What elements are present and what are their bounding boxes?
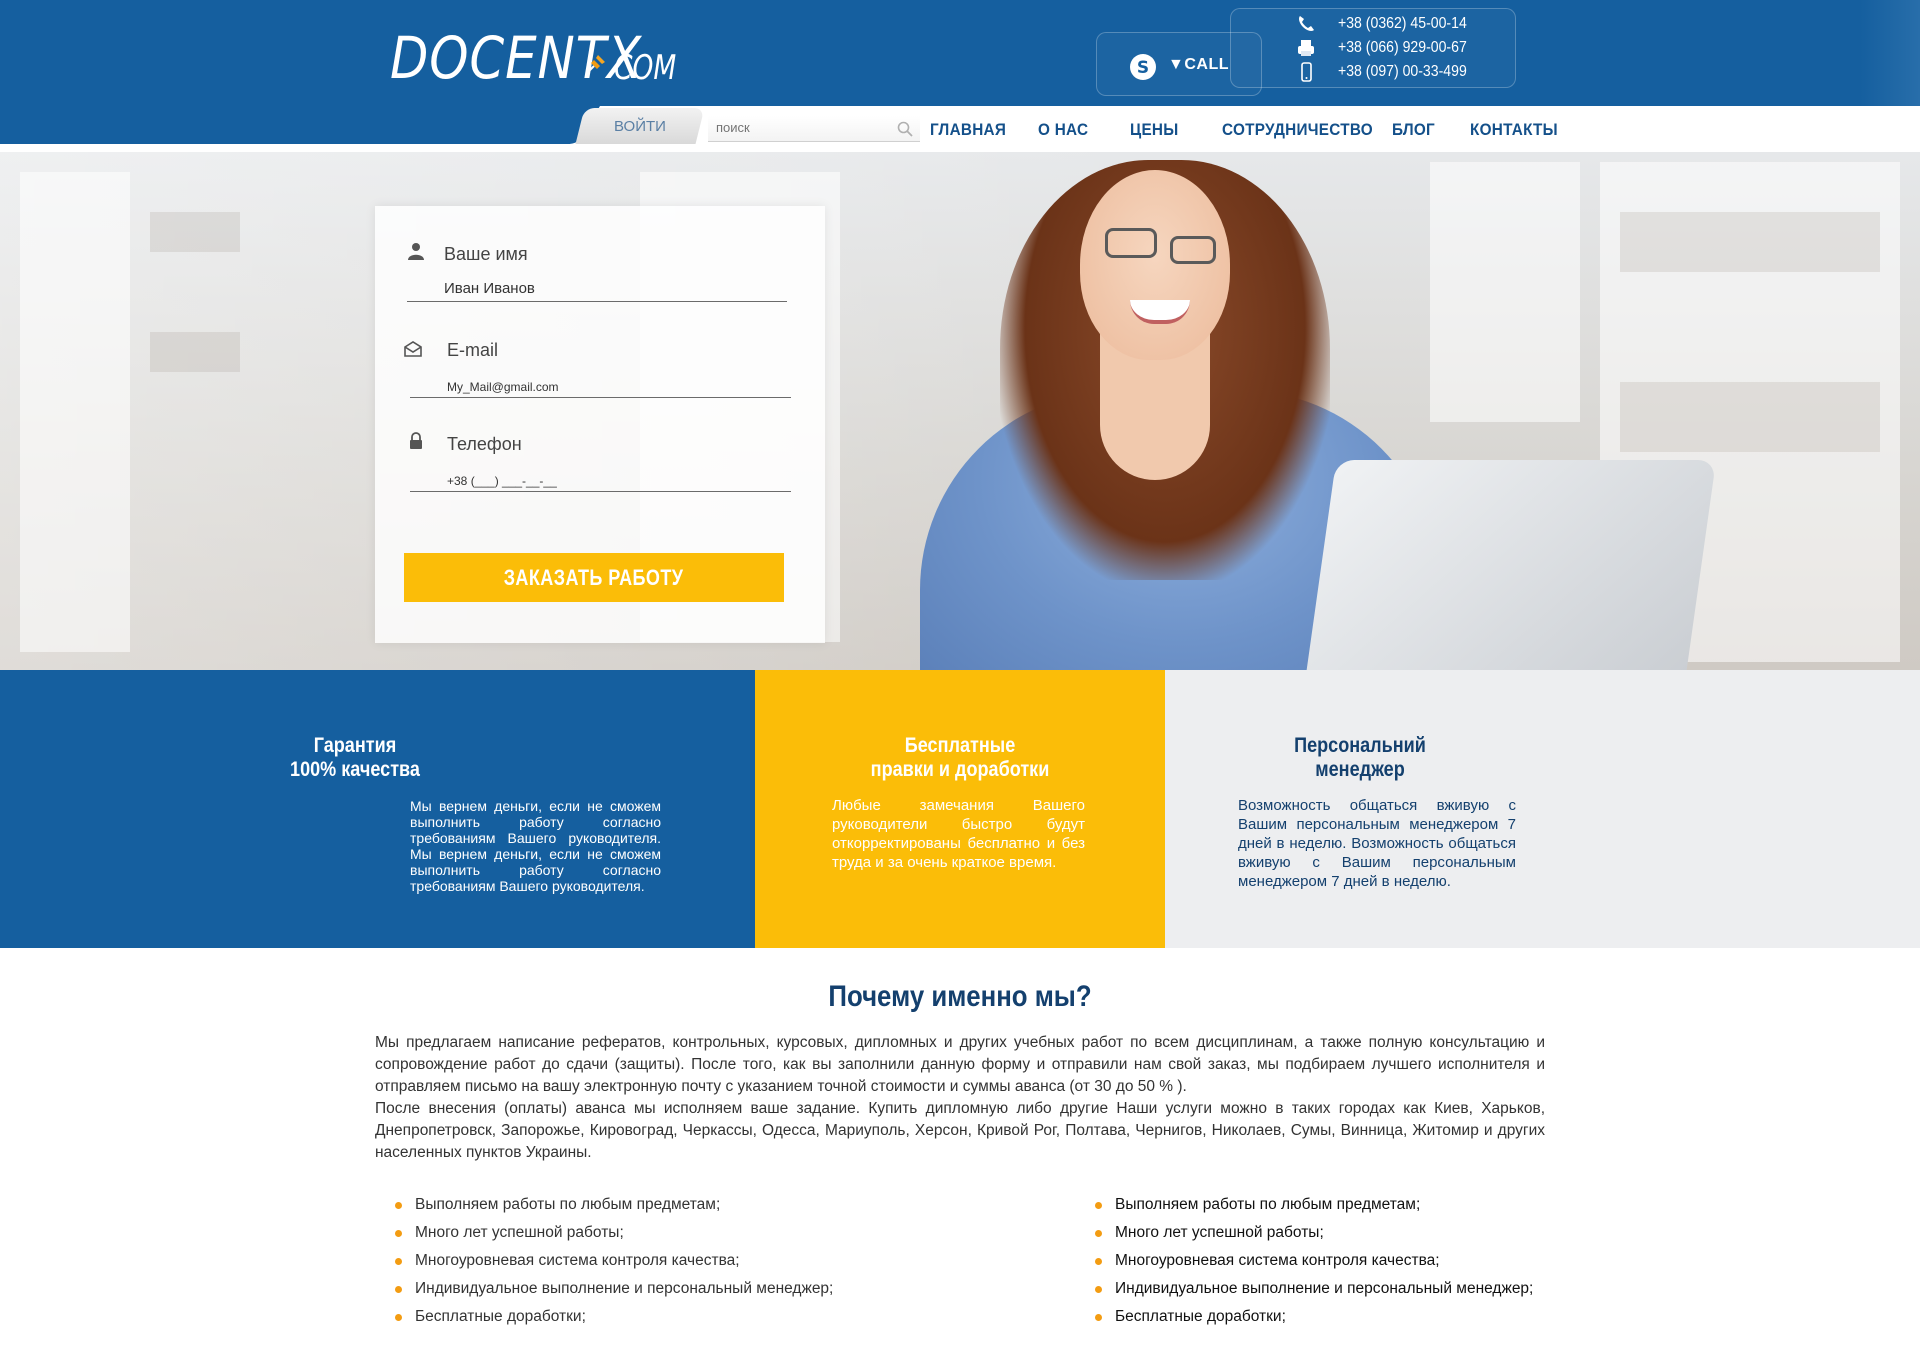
search-icon[interactable] bbox=[896, 120, 914, 138]
feature-title: Гарантия 100% качества bbox=[183, 734, 527, 782]
feature-title-line: Гарантия bbox=[313, 734, 397, 757]
list-item: Индивидуальное выполнение и персональный… bbox=[375, 1280, 833, 1308]
feature-title-line: правки и доработки bbox=[870, 758, 1050, 781]
logo-suffix: COM bbox=[614, 48, 677, 88]
list-item: Бесплатные доработки; bbox=[375, 1308, 833, 1336]
benefits-list-right: Выполняем работы по любым предметам; Мно… bbox=[1075, 1196, 1533, 1336]
pin-icon bbox=[586, 55, 605, 74]
list-item: Выполняем работы по любым предметам; bbox=[1075, 1196, 1533, 1224]
why-us-text: Мы предлагаем написание рефератов, контр… bbox=[375, 1032, 1545, 1164]
svg-text:S: S bbox=[1137, 58, 1149, 78]
email-label: E-mail bbox=[447, 340, 499, 360]
list-item: Бесплатные доработки; bbox=[1075, 1308, 1533, 1336]
email-field[interactable] bbox=[410, 376, 791, 398]
nav-item-prices[interactable]: ЦЕНЫ bbox=[1130, 120, 1179, 140]
list-item-text: Многоуровневая система контроля качества… bbox=[415, 1252, 740, 1269]
fax-icon bbox=[1298, 40, 1314, 56]
phone-label: Телефон bbox=[447, 434, 522, 454]
list-item-text: Много лет успешной работы; bbox=[1115, 1224, 1324, 1241]
order-button[interactable]: ЗАКАЗАТЬ РАБОТУ bbox=[404, 553, 784, 602]
feature-title-line: Бесплатные bbox=[904, 734, 1016, 757]
phone-number: +38 (0362) 45-00-14 bbox=[1338, 15, 1467, 32]
phone-number: +38 (097) 00-33-499 bbox=[1338, 63, 1467, 80]
search-box bbox=[708, 116, 920, 142]
phone-number: +38 (066) 929-00-67 bbox=[1338, 39, 1467, 56]
list-item-text: Многоуровневая система контроля качества… bbox=[1115, 1252, 1440, 1269]
why-us-paragraph: Мы предлагаем написание рефератов, контр… bbox=[375, 1034, 1545, 1095]
why-us-heading-text: Почему именно мы? bbox=[828, 980, 1092, 1013]
nav-item-contacts[interactable]: КОНТАКТЫ bbox=[1470, 120, 1558, 140]
list-item-text: Бесплатные доработки; bbox=[1115, 1308, 1286, 1325]
call-label[interactable]: ▼CALL bbox=[1168, 56, 1229, 74]
background-shelf bbox=[1620, 382, 1880, 452]
bullet-dot bbox=[395, 1314, 402, 1321]
feature-free-edits: Бесплатные правки и доработки Любые заме… bbox=[755, 670, 1165, 948]
mobile-phone-icon bbox=[1301, 62, 1312, 82]
list-item: Много лет успешной работы; bbox=[375, 1224, 833, 1252]
lock-icon bbox=[410, 432, 422, 449]
name-field[interactable] bbox=[407, 276, 787, 302]
nav-item-home[interactable]: ГЛАВНАЯ bbox=[930, 120, 1006, 140]
list-item-text: Бесплатные доработки; bbox=[415, 1308, 586, 1325]
bullet-dot bbox=[395, 1202, 402, 1209]
bullet-dot bbox=[395, 1230, 402, 1237]
feature-title-line: менеджер bbox=[1315, 758, 1405, 781]
feature-text: Мы вернем деньги, если не сможем выполни… bbox=[410, 798, 661, 894]
person-photo-glasses bbox=[1105, 228, 1157, 258]
benefits-list-left: Выполняем работы по любым предметам; Мно… bbox=[375, 1196, 833, 1336]
header-bar bbox=[0, 0, 1920, 106]
bullet-dot bbox=[1095, 1258, 1102, 1265]
bullet-dot bbox=[395, 1286, 402, 1293]
background-shelf bbox=[1620, 212, 1880, 272]
bullet-dot bbox=[1095, 1202, 1102, 1209]
feature-title: Бесплатные правки и доработки bbox=[784, 734, 1137, 782]
name-label: Ваше имя bbox=[444, 244, 528, 264]
search-input[interactable] bbox=[716, 120, 886, 135]
list-item: Выполняем работы по любым предметам; bbox=[375, 1196, 833, 1224]
bullet-dot bbox=[1095, 1314, 1102, 1321]
hero-banner bbox=[0, 152, 1920, 670]
list-item: Многоуровневая система контроля качества… bbox=[1075, 1252, 1533, 1280]
order-button-label: ЗАКАЗАТЬ РАБОТУ bbox=[504, 564, 684, 590]
background-shelf bbox=[1430, 162, 1580, 422]
user-icon bbox=[408, 243, 424, 260]
list-item: Много лет успешной работы; bbox=[1075, 1224, 1533, 1252]
list-item-text: Выполняем работы по любым предметам; bbox=[1115, 1196, 1421, 1213]
feature-title: Персональний менеджер bbox=[1211, 734, 1509, 782]
phone-icon bbox=[1299, 16, 1314, 31]
list-item-text: Много лет успешной работы; bbox=[415, 1224, 624, 1241]
feature-title-line: Персональний bbox=[1294, 734, 1426, 757]
person-photo-face bbox=[1080, 170, 1230, 360]
login-button[interactable]: ВОЙТИ bbox=[580, 118, 700, 135]
header-fade bbox=[1860, 0, 1920, 106]
bullet-dot bbox=[395, 1258, 402, 1265]
person-photo-glasses bbox=[1170, 236, 1216, 264]
list-item-text: Выполняем работы по любым предметам; bbox=[415, 1196, 721, 1213]
bullet-dot bbox=[1095, 1286, 1102, 1293]
background-shelf bbox=[150, 212, 240, 252]
list-item-text: Индивидуальное выполнение и персональный… bbox=[415, 1280, 834, 1297]
feature-text: Любые замечания Вашего руководители быст… bbox=[832, 797, 1085, 871]
list-item: Многоуровневая система контроля качества… bbox=[375, 1252, 833, 1280]
feature-guarantee: Гарантия 100% качества Мы вернем деньги,… bbox=[0, 670, 755, 948]
background-shelf bbox=[20, 172, 130, 652]
nav-blue-strip bbox=[0, 106, 570, 144]
why-us-paragraph: После внесения (оплаты) аванса мы исполн… bbox=[375, 1100, 1545, 1161]
laptop-photo bbox=[1303, 460, 1717, 670]
envelope-icon bbox=[404, 341, 422, 357]
why-us-heading: Почему именно мы? bbox=[0, 980, 1920, 1014]
feature-text: Возможность общаться вживую с Вашим перс… bbox=[1238, 797, 1516, 890]
list-item-text: Индивидуальное выполнение и персональный… bbox=[1115, 1280, 1534, 1297]
nav-item-cooperation[interactable]: СОТРУДНИЧЕСТВО bbox=[1222, 120, 1373, 140]
nav-item-blog[interactable]: БЛОГ bbox=[1392, 120, 1435, 140]
background-shelf bbox=[150, 332, 240, 372]
nav-item-about[interactable]: О НАС bbox=[1038, 120, 1088, 140]
phone-field[interactable] bbox=[410, 470, 791, 492]
feature-personal-manager: Персональний менеджер Возможность общать… bbox=[1165, 670, 1920, 948]
bullet-dot bbox=[1095, 1230, 1102, 1237]
skype-icon[interactable]: S bbox=[1128, 52, 1158, 82]
feature-title-line: 100% качества bbox=[290, 758, 420, 781]
list-item: Индивидуальное выполнение и персональный… bbox=[1075, 1280, 1533, 1308]
